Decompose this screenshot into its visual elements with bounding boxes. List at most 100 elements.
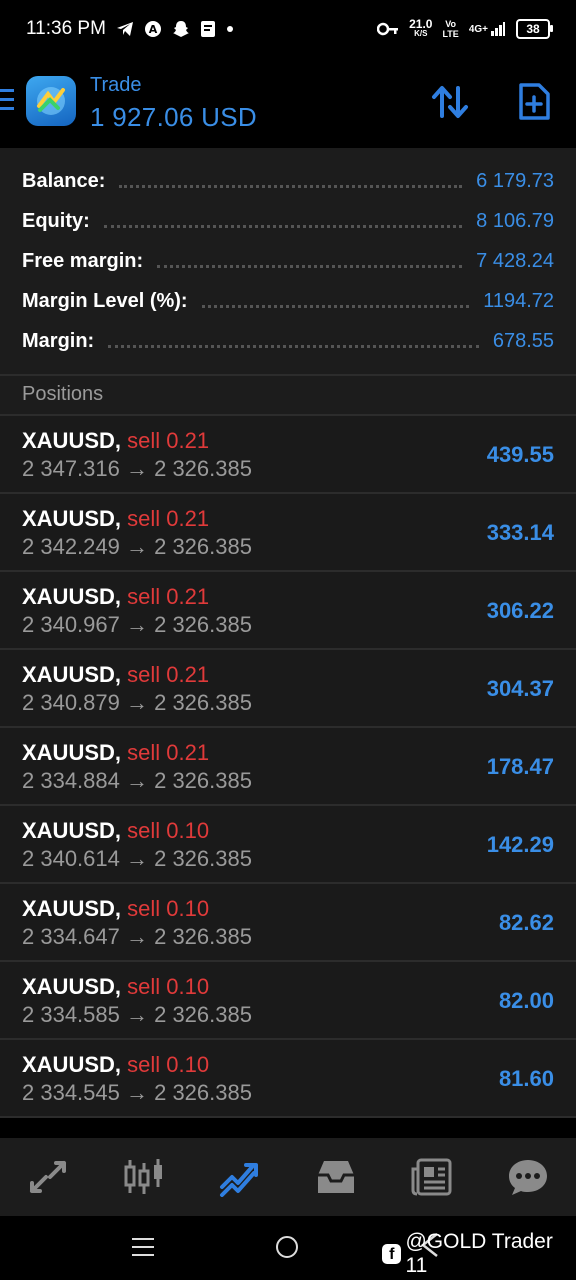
summary-value: 678.55: [492, 329, 554, 352]
summary-value: 8 106.79: [476, 209, 554, 232]
position-symbol: XAUUSD,: [22, 584, 122, 609]
summary-row-margin: Margin: 678.55: [22, 321, 554, 361]
trade-icon[interactable]: [210, 1147, 270, 1207]
adblock-icon: A: [144, 20, 162, 38]
summary-value: 7 428.24: [476, 249, 554, 272]
summary-row-margin-level: Margin Level (%): 1194.72: [22, 281, 554, 321]
net-speed: 21.0 K/S: [409, 17, 433, 38]
position-side: sell 0.10: [127, 974, 210, 999]
sort-icon[interactable]: [430, 82, 470, 122]
positions-title: Positions: [22, 383, 104, 405]
status-time: 11:36 PM: [26, 18, 106, 39]
position-prices: 2 340.967 → 2 326.385: [22, 612, 252, 637]
position-symbol: XAUUSD,: [22, 740, 122, 765]
summary-label: Margin:: [22, 329, 95, 352]
bottom-navigation: [0, 1138, 576, 1216]
summary-row-balance: Balance: 6 179.73: [22, 161, 554, 201]
summary-value: 1194.72: [483, 289, 554, 312]
svg-text:A: A: [149, 23, 158, 36]
battery-icon: 38: [516, 19, 553, 39]
leader-dots: [103, 224, 463, 228]
leader-dots: [157, 264, 463, 268]
position-symbol: XAUUSD,: [22, 896, 122, 921]
summary-label: Balance:: [22, 169, 106, 192]
position-prices: 2 334.545 → 2 326.385: [22, 1080, 252, 1105]
position-prices: 2 334.647 → 2 326.385: [22, 924, 252, 949]
position-row[interactable]: XAUUSD, sell 0.21 2 347.316 → 2 326.385 …: [0, 416, 576, 494]
position-profit: 82.00: [498, 988, 554, 1013]
position-profit: 304.37: [486, 676, 554, 701]
position-row[interactable]: XAUUSD, sell 0.10 2 340.614 → 2 326.385 …: [0, 806, 576, 884]
history-icon[interactable]: [306, 1147, 366, 1207]
position-row[interactable]: XAUUSD, sell 0.10 2 334.647 → 2 326.385 …: [0, 884, 576, 962]
key-icon: [377, 22, 399, 36]
position-row[interactable]: XAUUSD, sell 0.21 2 342.249 → 2 326.385 …: [0, 494, 576, 572]
position-row[interactable]: XAUUSD, sell 0.21 2 334.884 → 2 326.385 …: [0, 728, 576, 806]
signal-icon: 4G+: [469, 21, 506, 37]
summary-label: Margin Level (%):: [22, 289, 188, 312]
position-row[interactable]: XAUUSD, sell 0.21 2 340.879 → 2 326.385 …: [0, 650, 576, 728]
position-side: sell 0.21: [127, 584, 210, 609]
watermark: f @GOLD Trader 11: [382, 1230, 576, 1278]
leader-dots: [201, 304, 470, 308]
position-row[interactable]: XAUUSD, sell 0.10 2 334.545 → 2 326.385 …: [0, 1040, 576, 1118]
app-header: Trade 1 927.06 USD: [0, 58, 576, 148]
position-side: sell 0.21: [127, 740, 210, 765]
status-bar: 11:36 PM A 21.0 K/S Vo LTE 4G+ 38: [0, 0, 576, 58]
position-side: sell 0.10: [127, 1052, 210, 1077]
chart-icon[interactable]: [114, 1147, 174, 1207]
watermark-text: @GOLD Trader 11: [405, 1230, 553, 1277]
position-side: sell 0.21: [127, 428, 210, 453]
account-profit-value: 1 927.06 USD: [90, 102, 257, 132]
menu-icon[interactable]: [0, 89, 14, 111]
position-symbol: XAUUSD,: [22, 662, 122, 687]
position-symbol: XAUUSD,: [22, 506, 122, 531]
volte-indicator: Vo LTE: [442, 19, 459, 39]
position-symbol: XAUUSD,: [22, 428, 122, 453]
news-icon[interactable]: [402, 1147, 462, 1207]
telegram-icon: [116, 21, 134, 37]
quotes-icon[interactable]: [18, 1147, 78, 1207]
position-row[interactable]: XAUUSD, sell 0.21 2 340.967 → 2 326.385 …: [0, 572, 576, 650]
position-prices: 2 334.585 → 2 326.385: [22, 1002, 252, 1027]
position-side: sell 0.21: [127, 662, 210, 687]
position-side: sell 0.10: [127, 818, 210, 843]
position-prices: 2 340.614 → 2 326.385: [22, 846, 252, 871]
summary-value: 6 179.73: [476, 169, 554, 192]
position-prices: 2 342.249 → 2 326.385: [22, 534, 252, 559]
leader-dots: [119, 184, 463, 188]
account-summary: Balance: 6 179.73 Equity: 8 106.79 Free …: [0, 148, 576, 374]
header-title: Trade: [90, 74, 142, 96]
position-symbol: XAUUSD,: [22, 1052, 122, 1077]
position-profit: 178.47: [486, 754, 554, 779]
position-profit: 439.55: [486, 442, 554, 467]
position-profit: 333.14: [486, 520, 554, 545]
positions-list: XAUUSD, sell 0.21 2 347.316 → 2 326.385 …: [0, 416, 576, 1118]
summary-row-equity: Equity: 8 106.79: [22, 201, 554, 241]
pdf-icon: [200, 20, 216, 38]
position-side: sell 0.21: [127, 506, 210, 531]
dot-icon: [226, 25, 234, 33]
summary-label: Equity:: [22, 209, 90, 232]
home-icon[interactable]: [276, 1236, 298, 1258]
position-prices: 2 340.879 → 2 326.385: [22, 690, 252, 715]
recent-apps-icon[interactable]: [132, 1238, 154, 1262]
position-profit: 142.29: [486, 832, 554, 857]
position-row[interactable]: XAUUSD, sell 0.10 2 334.585 → 2 326.385 …: [0, 962, 576, 1040]
position-profit: 82.62: [498, 910, 554, 935]
position-prices: 2 347.316 → 2 326.385: [22, 456, 252, 481]
summary-row-free-margin: Free margin: 7 428.24: [22, 241, 554, 281]
position-profit: 81.60: [498, 1066, 554, 1091]
messages-icon[interactable]: [498, 1147, 558, 1207]
summary-label: Free margin:: [22, 249, 144, 272]
leader-dots: [108, 344, 479, 348]
position-symbol: XAUUSD,: [22, 974, 122, 999]
snapchat-icon: [172, 20, 190, 38]
position-symbol: XAUUSD,: [22, 818, 122, 843]
position-prices: 2 334.884 → 2 326.385: [22, 768, 252, 793]
position-side: sell 0.10: [127, 896, 210, 921]
facebook-icon: f: [382, 1244, 402, 1264]
metatrader-logo: [26, 76, 76, 126]
new-order-icon[interactable]: [514, 82, 554, 122]
position-profit: 306.22: [486, 598, 554, 623]
